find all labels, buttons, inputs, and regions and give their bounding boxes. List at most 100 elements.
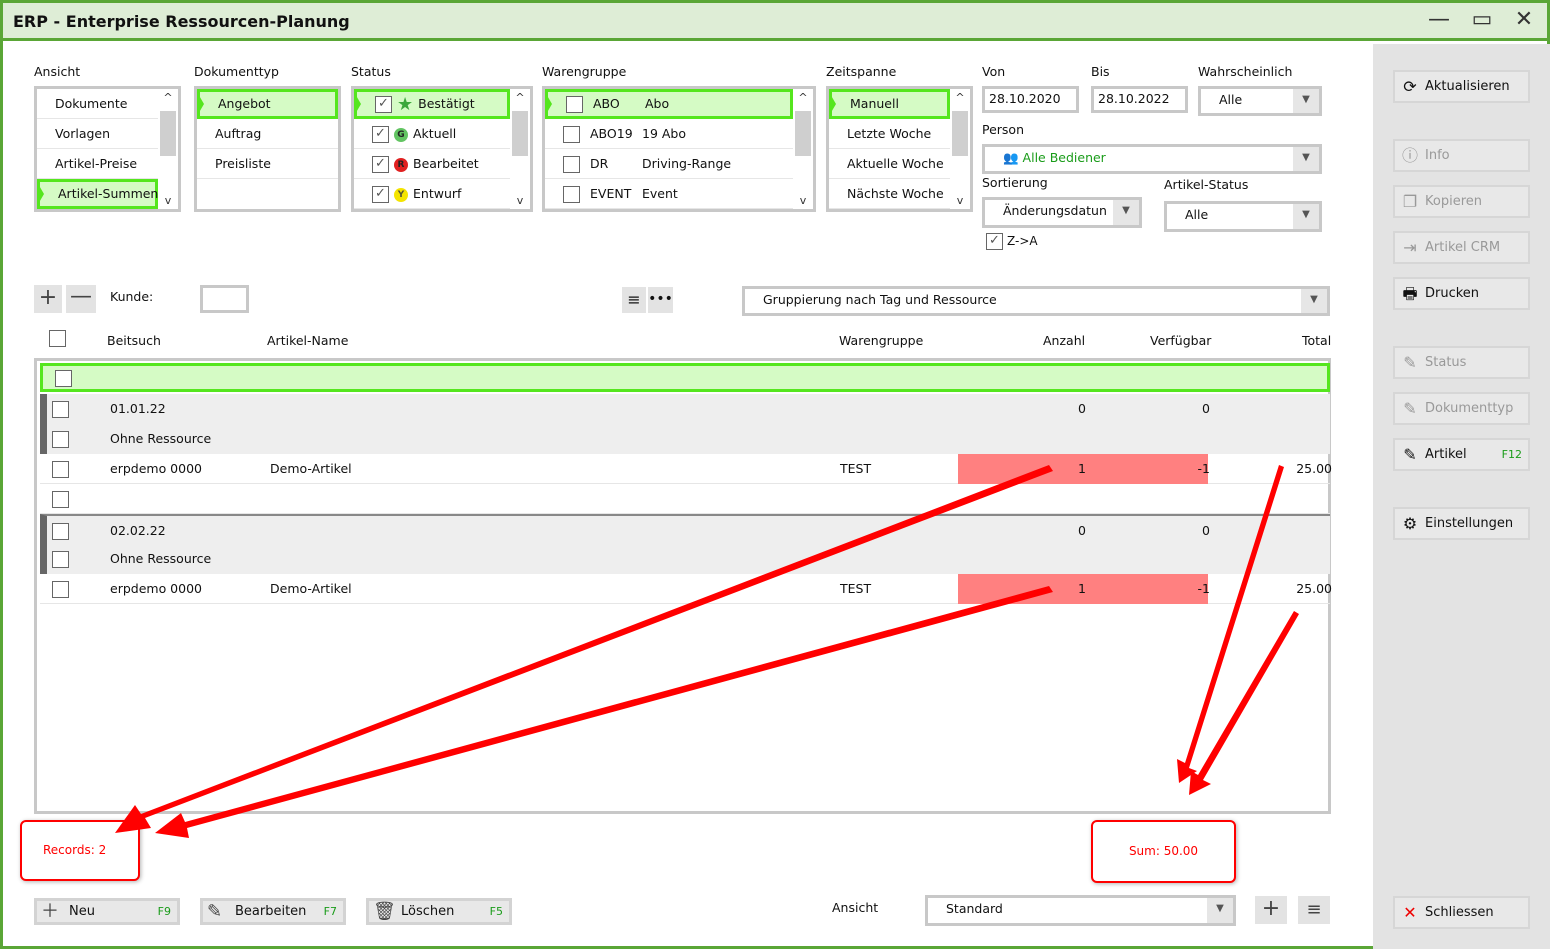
warengruppe-label: Warengruppe (542, 64, 627, 79)
checkbox-icon[interactable] (563, 156, 580, 173)
close-window-button[interactable]: ✕ (1506, 7, 1542, 32)
side-artikel-crm-button[interactable]: ⇥ Artikel CRM (1393, 231, 1530, 264)
person-dropdown[interactable]: 👥 Alle Bediener ▼ (982, 144, 1322, 174)
zeitspanne-item[interactable]: Nächste Woche (829, 179, 950, 209)
table-row-sub[interactable]: Ohne Ressource (40, 544, 1330, 574)
row-checkbox[interactable] (52, 544, 69, 574)
row-checkbox[interactable] (52, 516, 69, 546)
warengruppe-list-items: ABO Abo ABO19 19 Abo DR Driving-Range EVENT Eve… (545, 89, 793, 209)
loeschen-button[interactable]: 🗑 Löschen F5 (366, 898, 512, 925)
grouping-dropdown[interactable]: Gruppierung nach Tag und Ressource ▼ (742, 286, 1330, 316)
table-row-item[interactable]: erpdemo 0000 Demo-Artikel TEST 1 -1 25.00 (40, 574, 1332, 604)
ansicht-item[interactable]: Vorlagen (37, 119, 158, 149)
row-anzahl: 1 (1078, 581, 1086, 596)
header-total[interactable]: Total (1302, 333, 1331, 348)
zeitspanne-item[interactable]: Manuell (829, 89, 950, 119)
checkbox-checked-icon[interactable]: ✓ (372, 156, 389, 173)
maximize-button[interactable]: ▭ (1464, 7, 1500, 32)
wahrscheinlich-dropdown[interactable]: Alle ▼ (1198, 86, 1322, 116)
row-checkbox[interactable] (52, 574, 69, 604)
status-item-content: ✓ R Bearbeitet (372, 156, 479, 173)
ansicht-item[interactable]: Dokumente (37, 89, 158, 119)
warengruppe-item[interactable]: ABO19 19 Abo (545, 119, 793, 149)
warengruppe-scrollbar[interactable]: ^ v (793, 89, 813, 209)
ansicht-item[interactable]: Artikel-Summen (37, 179, 158, 209)
table-row-sub[interactable]: Ohne Ressource (40, 424, 1330, 454)
ansicht-scrollbar[interactable]: ^ v (158, 89, 178, 209)
sortierung-dropdown[interactable]: Änderungsdatun ▼ (982, 197, 1142, 228)
warengruppe-item-content: ABO Abo (566, 96, 669, 113)
side-artikel-button[interactable]: ✎ Artikel F12 (1393, 438, 1530, 471)
filter-row[interactable] (40, 363, 1330, 392)
header-warengruppe[interactable]: Warengruppe (839, 333, 923, 348)
checkbox-icon[interactable] (563, 186, 580, 203)
von-input[interactable]: 28.10.2020 (982, 86, 1079, 113)
row-checkbox[interactable] (52, 484, 69, 514)
status-item[interactable]: ✓ R Bearbeitet (354, 149, 510, 179)
status-scrollbar[interactable]: ^ v (510, 89, 530, 209)
checkbox-checked-icon[interactable]: ✓ (375, 96, 392, 113)
dokumenttyp-list: Angebot Auftrag Preisliste (194, 86, 341, 212)
row-artikel-name: Demo-Artikel (270, 581, 352, 596)
bearbeiten-shortcut: F7 (323, 905, 337, 918)
remove-row-button[interactable]: — (66, 285, 96, 313)
minimize-button[interactable]: — (1421, 7, 1457, 32)
ansicht-item[interactable]: Artikel-Preise (37, 149, 158, 179)
side-info-button[interactable]: ⓘ Info (1393, 139, 1530, 172)
side-status-button[interactable]: ✎ Status (1393, 346, 1530, 379)
checkbox-checked-icon[interactable]: ✓ (372, 186, 389, 203)
table-row-group[interactable]: 01.01.22 0 0 (40, 394, 1330, 424)
artikel-status-dropdown[interactable]: Alle ▼ (1164, 201, 1322, 232)
zeitspanne-item-label: Nächste Woche (847, 186, 944, 201)
status-item[interactable]: ✓ ★ Bestätigt (354, 89, 510, 119)
side-einstellungen-button[interactable]: ⚙ Einstellungen (1393, 507, 1530, 540)
neu-button[interactable]: ＋ Neu F9 (34, 898, 180, 925)
dokumenttyp-item[interactable]: Preisliste (197, 149, 338, 179)
checkbox-icon[interactable] (566, 96, 583, 113)
zeitspanne-item[interactable]: Letzte Woche (829, 119, 950, 149)
bearbeiten-button[interactable]: ✎ Bearbeiten F7 (200, 898, 346, 925)
warengruppe-item[interactable]: ABO Abo (545, 89, 793, 119)
row-total: 25.00 (1296, 581, 1332, 596)
za-checkbox[interactable]: ✓ Z->A (986, 233, 1038, 250)
add-view-button[interactable]: + (1255, 896, 1287, 924)
warengruppe-name: Driving-Range (642, 156, 732, 171)
table-row-group[interactable]: 02.02.22 0 0 (40, 514, 1330, 544)
checkbox-checked-icon[interactable]: ✓ (372, 126, 389, 143)
select-all-checkbox[interactable] (49, 330, 66, 347)
header-verfuegbar[interactable]: Verfügbar (1150, 333, 1211, 348)
row-checkbox[interactable] (52, 394, 69, 424)
row-beitsuch: Ohne Ressource (110, 431, 212, 446)
row-checkbox[interactable] (52, 454, 69, 484)
ansicht-bottom-dropdown[interactable]: Standard ▼ (925, 895, 1236, 926)
warengruppe-item[interactable]: DR Driving-Range (545, 149, 793, 179)
header-beitsuch[interactable]: Beitsuch (107, 333, 161, 348)
table-row-empty[interactable] (40, 484, 1330, 514)
more-options-icon[interactable]: ••• (648, 287, 673, 313)
header-anzahl[interactable]: Anzahl (1043, 333, 1085, 348)
table-row-item[interactable]: erpdemo 0000 Demo-Artikel TEST 1 -1 25.00 (40, 454, 1332, 484)
status-item[interactable]: ✓ Y Entwurf (354, 179, 510, 209)
zeitspanne-item[interactable]: Aktuelle Woche (829, 149, 950, 179)
loeschen-shortcut: F5 (489, 905, 503, 918)
dokumenttyp-item[interactable]: Angebot (197, 89, 338, 119)
side-kopieren-button[interactable]: ❐ Kopieren (1393, 185, 1530, 218)
checkbox-checked-icon: ✓ (986, 233, 1003, 250)
add-row-button[interactable]: + (34, 285, 62, 313)
list-menu-icon[interactable]: ≡ (622, 287, 646, 313)
side-drucken-button[interactable]: 🖶 Drucken (1393, 277, 1530, 310)
printer-icon: 🖶 (1402, 284, 1418, 303)
bis-input[interactable]: 28.10.2022 (1091, 86, 1188, 113)
view-menu-button[interactable]: ≡ (1298, 896, 1330, 924)
header-artikel-name[interactable]: Artikel-Name (267, 333, 348, 348)
side-aktualisieren-button[interactable]: ⟳ Aktualisieren (1393, 70, 1530, 103)
warengruppe-item[interactable]: EVENT Event (545, 179, 793, 209)
dokumenttyp-item[interactable]: Auftrag (197, 119, 338, 149)
kunde-input[interactable] (200, 285, 249, 313)
side-schliessen-button[interactable]: ✕ Schliessen (1393, 896, 1530, 929)
zeitspanne-scrollbar[interactable]: ^ v (950, 89, 970, 209)
side-dokumenttyp-button[interactable]: ✎ Dokumenttyp (1393, 392, 1530, 425)
status-item[interactable]: ✓ G Aktuell (354, 119, 510, 149)
checkbox-icon[interactable] (563, 126, 580, 143)
row-checkbox[interactable] (52, 424, 69, 454)
